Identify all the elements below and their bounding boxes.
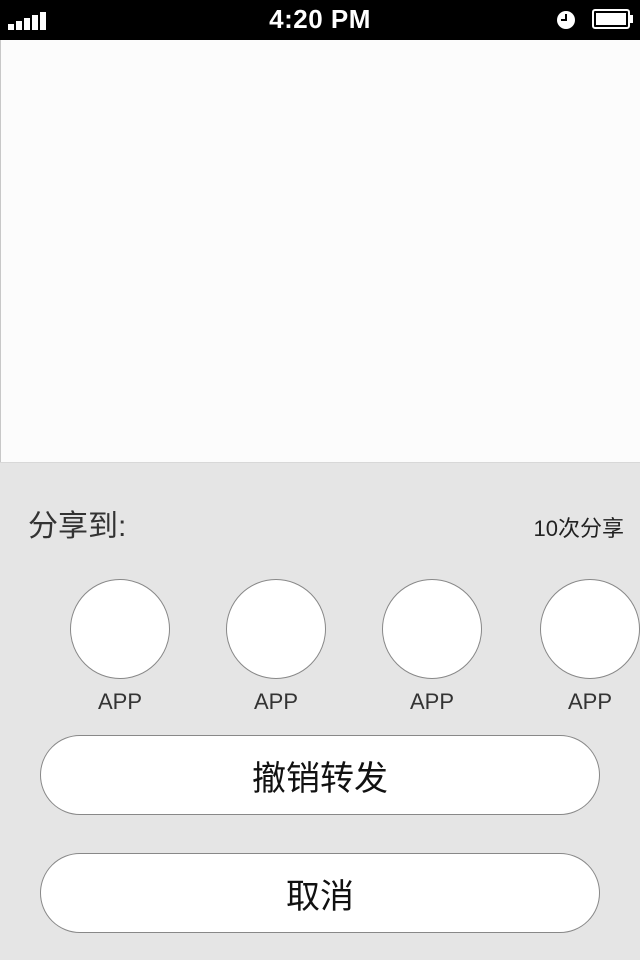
app-label: APP — [409, 689, 455, 714]
share-title: 分享到: — [28, 510, 127, 543]
share-app-1[interactable]: APP — [70, 579, 170, 715]
app-icon[interactable] — [540, 579, 640, 679]
share-app-3[interactable]: APP — [382, 579, 482, 715]
share-count: 10次分享 — [533, 516, 624, 541]
status-time: 4:20 PM — [269, 4, 371, 34]
cancel-button[interactable]: 取消 — [40, 853, 600, 933]
share-app-2[interactable]: APP — [226, 579, 326, 715]
revoke-forward-button[interactable]: 撤销转发 — [40, 735, 600, 815]
app-icon[interactable] — [226, 579, 326, 679]
app-label: APP — [567, 689, 613, 714]
status-bar: 4:20 PM — [0, 0, 640, 40]
app-icon[interactable] — [70, 579, 170, 679]
content-area — [0, 40, 640, 462]
battery-icon — [592, 9, 633, 29]
app-icon[interactable] — [382, 579, 482, 679]
app-label: APP — [253, 689, 299, 714]
phone-screen: 4:20 PM 分享到: 10次分享 APP APP APP APP 撤销转发 … — [0, 0, 640, 960]
share-sheet: 分享到: 10次分享 APP APP APP APP 撤销转发 取消 — [0, 462, 640, 960]
app-label: APP — [97, 689, 143, 714]
share-app-4[interactable]: APP — [540, 579, 640, 715]
clock-icon — [557, 11, 575, 29]
